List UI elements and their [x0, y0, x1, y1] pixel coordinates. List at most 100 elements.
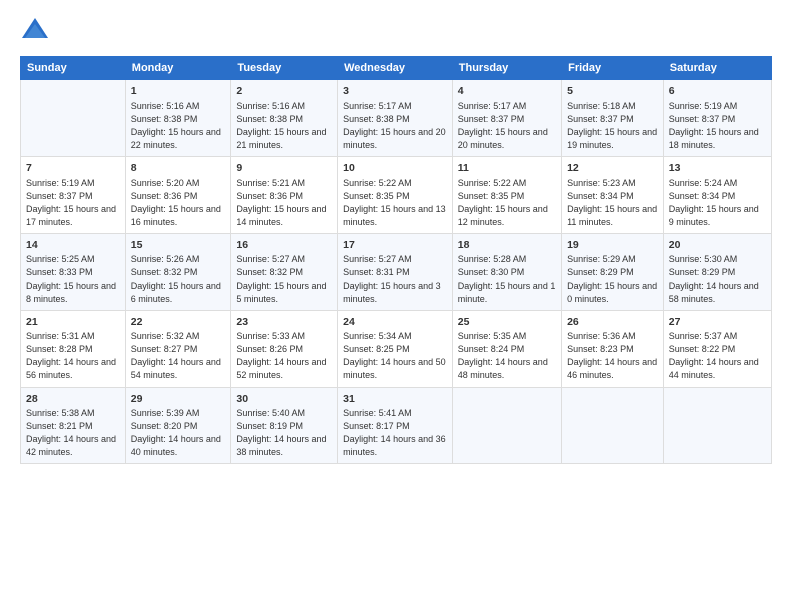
- day-number: 18: [458, 238, 556, 253]
- day-cell: 25Sunrise: 5:35 AMSunset: 8:24 PMDayligh…: [452, 310, 561, 387]
- header-row: SundayMondayTuesdayWednesdayThursdayFrid…: [21, 57, 772, 80]
- day-info: Sunrise: 5:37 AMSunset: 8:22 PMDaylight:…: [669, 330, 766, 382]
- day-number: 31: [343, 392, 447, 407]
- day-cell: 2Sunrise: 5:16 AMSunset: 8:38 PMDaylight…: [231, 80, 338, 157]
- day-number: 25: [458, 315, 556, 330]
- logo-icon: [20, 16, 50, 46]
- day-cell: [21, 80, 126, 157]
- week-row-3: 14Sunrise: 5:25 AMSunset: 8:33 PMDayligh…: [21, 233, 772, 310]
- day-cell: 30Sunrise: 5:40 AMSunset: 8:19 PMDayligh…: [231, 387, 338, 464]
- day-info: Sunrise: 5:23 AMSunset: 8:34 PMDaylight:…: [567, 177, 658, 229]
- day-number: 7: [26, 161, 120, 176]
- day-number: 14: [26, 238, 120, 253]
- day-info: Sunrise: 5:34 AMSunset: 8:25 PMDaylight:…: [343, 330, 447, 382]
- day-info: Sunrise: 5:19 AMSunset: 8:37 PMDaylight:…: [669, 100, 766, 152]
- day-cell: 24Sunrise: 5:34 AMSunset: 8:25 PMDayligh…: [338, 310, 453, 387]
- day-number: 22: [131, 315, 226, 330]
- day-info: Sunrise: 5:30 AMSunset: 8:29 PMDaylight:…: [669, 253, 766, 305]
- day-number: 17: [343, 238, 447, 253]
- week-row-4: 21Sunrise: 5:31 AMSunset: 8:28 PMDayligh…: [21, 310, 772, 387]
- col-header-saturday: Saturday: [663, 57, 771, 80]
- calendar-table: SundayMondayTuesdayWednesdayThursdayFrid…: [20, 56, 772, 464]
- day-number: 20: [669, 238, 766, 253]
- day-number: 10: [343, 161, 447, 176]
- day-number: 24: [343, 315, 447, 330]
- day-cell: 4Sunrise: 5:17 AMSunset: 8:37 PMDaylight…: [452, 80, 561, 157]
- week-row-5: 28Sunrise: 5:38 AMSunset: 8:21 PMDayligh…: [21, 387, 772, 464]
- day-number: 9: [236, 161, 332, 176]
- day-cell: 26Sunrise: 5:36 AMSunset: 8:23 PMDayligh…: [562, 310, 664, 387]
- day-cell: 19Sunrise: 5:29 AMSunset: 8:29 PMDayligh…: [562, 233, 664, 310]
- col-header-tuesday: Tuesday: [231, 57, 338, 80]
- day-cell: 11Sunrise: 5:22 AMSunset: 8:35 PMDayligh…: [452, 156, 561, 233]
- day-info: Sunrise: 5:16 AMSunset: 8:38 PMDaylight:…: [131, 100, 226, 152]
- day-cell: 7Sunrise: 5:19 AMSunset: 8:37 PMDaylight…: [21, 156, 126, 233]
- day-info: Sunrise: 5:16 AMSunset: 8:38 PMDaylight:…: [236, 100, 332, 152]
- col-header-friday: Friday: [562, 57, 664, 80]
- day-number: 26: [567, 315, 658, 330]
- header: [20, 16, 772, 46]
- day-info: Sunrise: 5:33 AMSunset: 8:26 PMDaylight:…: [236, 330, 332, 382]
- day-cell: 20Sunrise: 5:30 AMSunset: 8:29 PMDayligh…: [663, 233, 771, 310]
- day-cell: [562, 387, 664, 464]
- day-number: 13: [669, 161, 766, 176]
- col-header-thursday: Thursday: [452, 57, 561, 80]
- day-cell: 6Sunrise: 5:19 AMSunset: 8:37 PMDaylight…: [663, 80, 771, 157]
- day-cell: 5Sunrise: 5:18 AMSunset: 8:37 PMDaylight…: [562, 80, 664, 157]
- day-cell: 3Sunrise: 5:17 AMSunset: 8:38 PMDaylight…: [338, 80, 453, 157]
- day-number: 1: [131, 84, 226, 99]
- day-info: Sunrise: 5:17 AMSunset: 8:38 PMDaylight:…: [343, 100, 447, 152]
- logo: [20, 16, 54, 46]
- day-number: 30: [236, 392, 332, 407]
- day-number: 4: [458, 84, 556, 99]
- day-info: Sunrise: 5:32 AMSunset: 8:27 PMDaylight:…: [131, 330, 226, 382]
- day-info: Sunrise: 5:21 AMSunset: 8:36 PMDaylight:…: [236, 177, 332, 229]
- day-number: 28: [26, 392, 120, 407]
- day-info: Sunrise: 5:24 AMSunset: 8:34 PMDaylight:…: [669, 177, 766, 229]
- col-header-sunday: Sunday: [21, 57, 126, 80]
- week-row-1: 1Sunrise: 5:16 AMSunset: 8:38 PMDaylight…: [21, 80, 772, 157]
- day-cell: 16Sunrise: 5:27 AMSunset: 8:32 PMDayligh…: [231, 233, 338, 310]
- day-number: 6: [669, 84, 766, 99]
- day-cell: 18Sunrise: 5:28 AMSunset: 8:30 PMDayligh…: [452, 233, 561, 310]
- day-number: 2: [236, 84, 332, 99]
- day-cell: 9Sunrise: 5:21 AMSunset: 8:36 PMDaylight…: [231, 156, 338, 233]
- day-number: 5: [567, 84, 658, 99]
- day-info: Sunrise: 5:40 AMSunset: 8:19 PMDaylight:…: [236, 407, 332, 459]
- day-cell: 13Sunrise: 5:24 AMSunset: 8:34 PMDayligh…: [663, 156, 771, 233]
- day-info: Sunrise: 5:28 AMSunset: 8:30 PMDaylight:…: [458, 253, 556, 305]
- day-info: Sunrise: 5:29 AMSunset: 8:29 PMDaylight:…: [567, 253, 658, 305]
- day-cell: 21Sunrise: 5:31 AMSunset: 8:28 PMDayligh…: [21, 310, 126, 387]
- day-number: 15: [131, 238, 226, 253]
- day-info: Sunrise: 5:19 AMSunset: 8:37 PMDaylight:…: [26, 177, 120, 229]
- day-number: 27: [669, 315, 766, 330]
- day-cell: 22Sunrise: 5:32 AMSunset: 8:27 PMDayligh…: [125, 310, 231, 387]
- day-number: 8: [131, 161, 226, 176]
- day-number: 19: [567, 238, 658, 253]
- day-cell: 14Sunrise: 5:25 AMSunset: 8:33 PMDayligh…: [21, 233, 126, 310]
- week-row-2: 7Sunrise: 5:19 AMSunset: 8:37 PMDaylight…: [21, 156, 772, 233]
- day-info: Sunrise: 5:31 AMSunset: 8:28 PMDaylight:…: [26, 330, 120, 382]
- day-cell: 15Sunrise: 5:26 AMSunset: 8:32 PMDayligh…: [125, 233, 231, 310]
- day-number: 16: [236, 238, 332, 253]
- day-info: Sunrise: 5:36 AMSunset: 8:23 PMDaylight:…: [567, 330, 658, 382]
- day-cell: 1Sunrise: 5:16 AMSunset: 8:38 PMDaylight…: [125, 80, 231, 157]
- day-info: Sunrise: 5:22 AMSunset: 8:35 PMDaylight:…: [343, 177, 447, 229]
- page: SundayMondayTuesdayWednesdayThursdayFrid…: [0, 0, 792, 612]
- day-cell: [663, 387, 771, 464]
- day-info: Sunrise: 5:38 AMSunset: 8:21 PMDaylight:…: [26, 407, 120, 459]
- day-cell: [452, 387, 561, 464]
- day-info: Sunrise: 5:17 AMSunset: 8:37 PMDaylight:…: [458, 100, 556, 152]
- day-number: 23: [236, 315, 332, 330]
- day-info: Sunrise: 5:18 AMSunset: 8:37 PMDaylight:…: [567, 100, 658, 152]
- day-cell: 10Sunrise: 5:22 AMSunset: 8:35 PMDayligh…: [338, 156, 453, 233]
- day-info: Sunrise: 5:27 AMSunset: 8:32 PMDaylight:…: [236, 253, 332, 305]
- day-cell: 17Sunrise: 5:27 AMSunset: 8:31 PMDayligh…: [338, 233, 453, 310]
- day-cell: 27Sunrise: 5:37 AMSunset: 8:22 PMDayligh…: [663, 310, 771, 387]
- day-info: Sunrise: 5:26 AMSunset: 8:32 PMDaylight:…: [131, 253, 226, 305]
- day-cell: 28Sunrise: 5:38 AMSunset: 8:21 PMDayligh…: [21, 387, 126, 464]
- day-number: 3: [343, 84, 447, 99]
- day-cell: 8Sunrise: 5:20 AMSunset: 8:36 PMDaylight…: [125, 156, 231, 233]
- col-header-monday: Monday: [125, 57, 231, 80]
- day-info: Sunrise: 5:25 AMSunset: 8:33 PMDaylight:…: [26, 253, 120, 305]
